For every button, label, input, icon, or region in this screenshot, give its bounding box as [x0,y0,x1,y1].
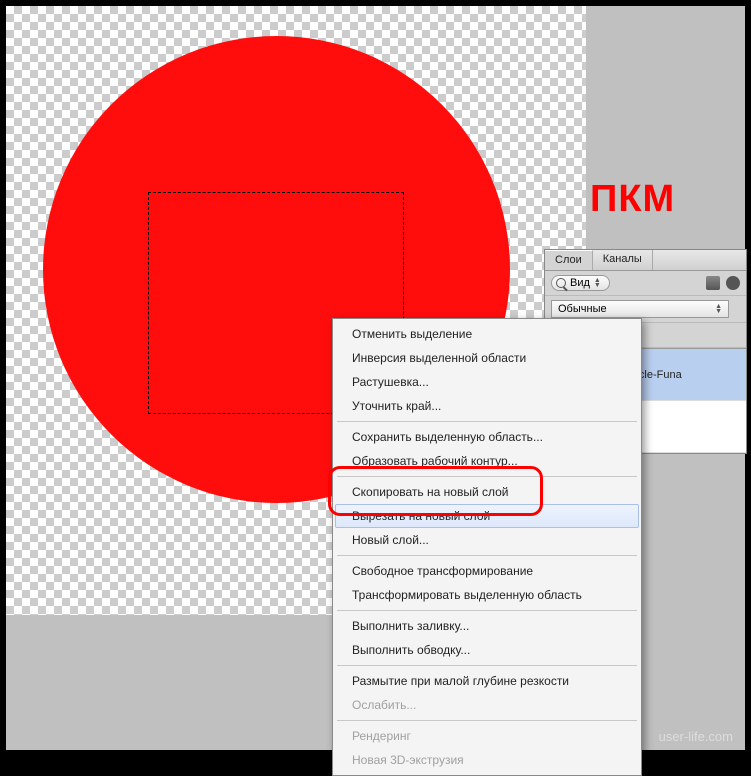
context-menu: Отменить выделениеИнверсия выделенной об… [332,318,642,776]
filter-image-icon[interactable] [706,276,720,290]
chevron-updown-icon: ▲▼ [715,304,722,314]
watermark: user-life.com [659,729,733,744]
filter-adjust-icon[interactable] [726,276,740,290]
layer-filter-row: Вид ▲▼ [545,271,746,296]
menu-separator [337,555,637,556]
menu-item[interactable]: Размытие при малой глубине резкости [335,669,639,693]
menu-item[interactable]: Отменить выделение [335,322,639,346]
menu-item[interactable]: Инверсия выделенной области [335,346,639,370]
menu-item[interactable]: Образовать рабочий контур... [335,449,639,473]
layer-filter-label: Вид [570,277,590,289]
menu-item[interactable]: Выполнить обводку... [335,638,639,662]
menu-item[interactable]: Уточнить край... [335,394,639,418]
layer-filter-dropdown[interactable]: Вид ▲▼ [551,275,610,291]
panel-tabs: Слои Каналы [545,250,746,271]
menu-item[interactable]: Трансформировать выделенную область [335,583,639,607]
menu-separator [337,610,637,611]
menu-item[interactable]: Выполнить заливку... [335,614,639,638]
menu-item: Новая 3D-экструзия [335,748,639,772]
panel-icon-group [706,276,740,290]
menu-item[interactable]: Сохранить выделенную область... [335,425,639,449]
menu-item[interactable]: Новый слой... [335,528,639,552]
annotation-label: ПКМ [590,178,675,221]
chevron-updown-icon: ▲▼ [594,278,601,288]
tab-layers[interactable]: Слои [545,250,593,270]
menu-item[interactable]: Вырезать на новый слой [335,504,639,528]
app-frame: ПКМ Слои Каналы Вид ▲▼ Обычные ▲▼ ✥ [6,6,745,750]
menu-item: Ослабить... [335,693,639,717]
menu-item[interactable]: Растушевка... [335,370,639,394]
menu-item[interactable]: Скопировать на новый слой [335,480,639,504]
menu-separator [337,421,637,422]
menu-item: Рендеринг [335,724,639,748]
menu-item[interactable]: Свободное трансформирование [335,559,639,583]
menu-separator [337,476,637,477]
search-icon [556,278,566,288]
menu-separator [337,720,637,721]
tab-channels[interactable]: Каналы [593,250,653,270]
menu-separator [337,665,637,666]
blend-mode-label: Обычные [558,303,607,315]
blend-mode-dropdown[interactable]: Обычные ▲▼ [551,300,729,318]
